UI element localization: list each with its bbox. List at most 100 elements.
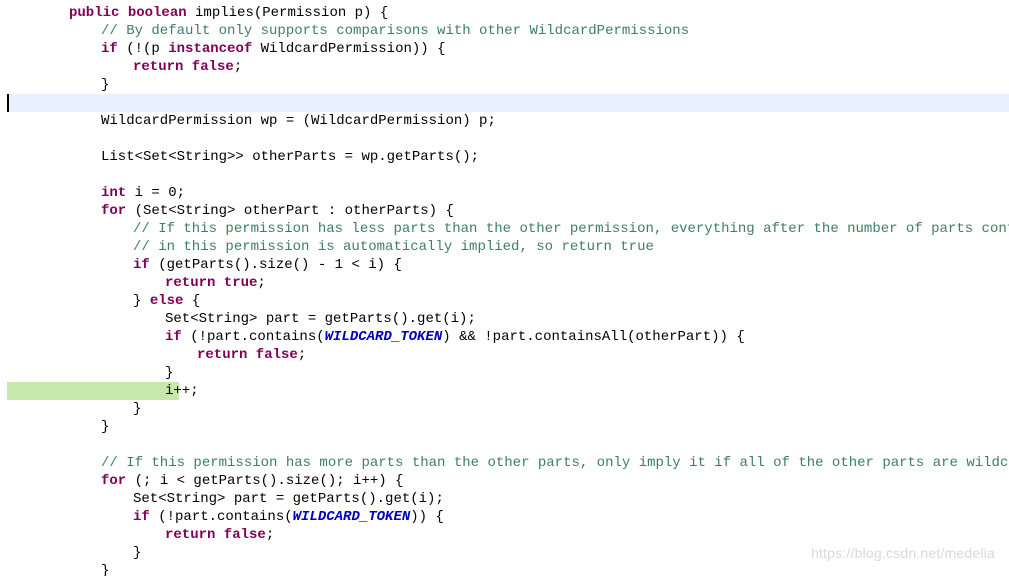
code-line-content: return false; (7, 58, 242, 76)
code-line-content: for (; i < getParts().size(); i++) { (7, 472, 403, 490)
code-token: for (101, 473, 135, 489)
code-line-content: } (7, 562, 109, 576)
code-line: // in this permission is automatically i… (7, 238, 1009, 256)
code-line: int i = 0; (7, 184, 1009, 202)
code-line-content: public boolean implies(Permission p) { (7, 4, 388, 22)
code-token: (Set<String> otherPart : otherParts) { (135, 203, 454, 219)
code-line-content: // in this permission is automatically i… (7, 238, 654, 256)
code-token: public (69, 5, 128, 21)
code-line-content: List<Set<String>> otherParts = wp.getPar… (7, 148, 479, 166)
code-token: // By default only supports comparisons … (101, 23, 689, 39)
code-token: (getParts().size() - 1 < i) { (158, 257, 402, 273)
code-line: } (7, 400, 1009, 418)
code-token: boolean (128, 5, 195, 21)
code-line: if (!part.contains(WILDCARD_TOKEN) && !p… (7, 328, 1009, 346)
code-line: } else { (7, 292, 1009, 310)
code-token: int (101, 185, 135, 201)
code-line-content: } (7, 76, 109, 94)
code-line: Set<String> part = getParts().get(i); (7, 310, 1009, 328)
code-token: return false (165, 527, 266, 543)
code-line: List<Set<String>> otherParts = wp.getPar… (7, 148, 1009, 166)
code-line: } (7, 76, 1009, 94)
code-line: return false; (7, 526, 1009, 544)
code-token: if (101, 41, 126, 57)
code-token: } (101, 419, 109, 435)
code-line (7, 166, 1009, 184)
code-line-content: } (7, 400, 141, 418)
code-line: public boolean implies(Permission p) { (7, 4, 1009, 22)
code-token: { (192, 293, 200, 309)
code-line: // If this permission has less parts tha… (7, 220, 1009, 238)
code-line: return false; (7, 58, 1009, 76)
code-token: ; (257, 275, 265, 291)
code-token: } (101, 563, 109, 576)
code-token: return false (133, 59, 234, 75)
code-line (7, 436, 1009, 454)
code-token: Set<String> part = getParts().get(i); (133, 491, 444, 507)
code-token: WildcardPermission)) { (261, 41, 446, 57)
text-caret (7, 94, 9, 112)
code-token: ; (298, 347, 306, 363)
code-token: )) { (410, 509, 444, 525)
code-token: ) && !part.containsAll(otherPart)) { (442, 329, 744, 345)
code-line-content: return true; (7, 274, 266, 292)
code-line-content: if (getParts().size() - 1 < i) { (7, 256, 402, 274)
code-token: } (165, 365, 173, 381)
code-line: if (!(p instanceof WildcardPermission)) … (7, 40, 1009, 58)
code-line: } (7, 544, 1009, 562)
code-line-content: Set<String> part = getParts().get(i); (7, 490, 444, 508)
code-token: return false (197, 347, 298, 363)
code-line-content: int i = 0; (7, 184, 185, 202)
code-line: // If this permission has more parts tha… (7, 454, 1009, 472)
code-token: } (133, 401, 141, 417)
code-token: i = 0; (135, 185, 185, 201)
code-token: List<Set<String>> otherParts = wp.getPar… (101, 149, 479, 165)
code-line: // By default only supports comparisons … (7, 22, 1009, 40)
code-token: else (150, 293, 192, 309)
code-token: implies(Permission p) { (195, 5, 388, 21)
code-line-content: WildcardPermission wp = (WildcardPermiss… (7, 112, 496, 130)
code-line: Set<String> part = getParts().get(i); (7, 490, 1009, 508)
code-line-content: // If this permission has less parts tha… (7, 220, 1009, 238)
code-token: } (133, 545, 141, 561)
code-line: } (7, 418, 1009, 436)
code-line: for (; i < getParts().size(); i++) { (7, 472, 1009, 490)
code-token: if (133, 257, 158, 273)
code-token: return true (165, 275, 257, 291)
code-line-content: Set<String> part = getParts().get(i); (7, 310, 476, 328)
code-editor: public boolean implies(Permission p) {//… (0, 0, 1009, 576)
code-token: instanceof (168, 41, 260, 57)
code-token: Set<String> part = getParts().get(i); (165, 311, 476, 327)
code-line (7, 94, 1009, 112)
code-line-content: return false; (7, 346, 306, 364)
code-line-content: } (7, 544, 141, 562)
code-line: for (Set<String> otherPart : otherParts)… (7, 202, 1009, 220)
code-token: i++; (165, 383, 199, 399)
code-token: } (101, 77, 109, 93)
code-line-content: if (!(p instanceof WildcardPermission)) … (7, 40, 446, 58)
code-line-content: // By default only supports comparisons … (7, 22, 689, 40)
current-line-highlight (7, 94, 1009, 112)
code-line-content: i++; (7, 382, 199, 400)
code-token: WILDCARD_TOKEN (325, 329, 443, 345)
code-token: (!(p (126, 41, 168, 57)
code-line-content: } else { (7, 292, 200, 310)
code-line-content: // If this permission has more parts tha… (7, 454, 1009, 472)
code-line-content: } (7, 418, 109, 436)
code-line: return false; (7, 346, 1009, 364)
code-line-content: if (!part.contains(WILDCARD_TOKEN) && !p… (7, 328, 745, 346)
code-line (7, 130, 1009, 148)
code-line: WildcardPermission wp = (WildcardPermiss… (7, 112, 1009, 130)
code-line-content: } (7, 364, 173, 382)
code-token: ; (266, 527, 274, 543)
code-token: (!part.contains( (158, 509, 292, 525)
code-line: if (!part.contains(WILDCARD_TOKEN)) { (7, 508, 1009, 526)
code-line-content: if (!part.contains(WILDCARD_TOKEN)) { (7, 508, 444, 526)
code-line: return true; (7, 274, 1009, 292)
code-token: WildcardPermission wp = (WildcardPermiss… (101, 113, 496, 129)
code-line: } (7, 364, 1009, 382)
code-token: for (101, 203, 135, 219)
code-token: ; (234, 59, 242, 75)
code-line-content: return false; (7, 526, 274, 544)
code-token: // in this permission is automatically i… (133, 239, 654, 255)
